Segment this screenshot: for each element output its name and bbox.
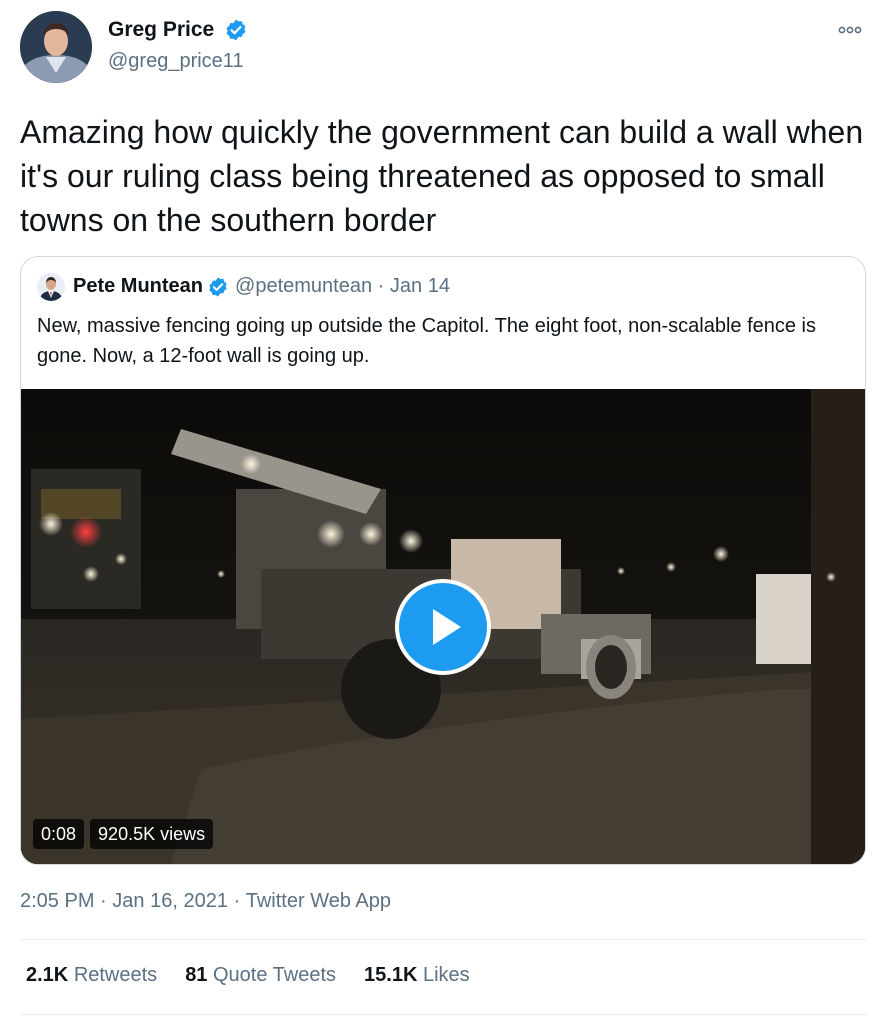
author-avatar[interactable] [20, 11, 92, 83]
video-player[interactable]: 0:08 920.5K views [21, 389, 865, 864]
likes-stat[interactable]: 15.1K Likes [364, 964, 470, 987]
play-button[interactable] [395, 579, 491, 675]
separator-dot: · [233, 890, 241, 913]
separator-dot: · [100, 890, 107, 913]
divider [20, 939, 866, 940]
retweets-stat[interactable]: 2.1K Retweets [26, 964, 157, 987]
quoted-text: New, massive fencing going up outside th… [37, 315, 816, 367]
tweet-source[interactable]: Twitter Web App [246, 890, 391, 912]
quoted-handle[interactable]: @petemuntean [235, 275, 372, 297]
author-handle[interactable]: @greg_price11 [108, 50, 244, 73]
verified-badge-icon [224, 18, 248, 42]
author-name[interactable]: Greg Price [108, 18, 214, 42]
quoted-header: Pete Muntean @petemuntean · Jan 14 [73, 275, 450, 298]
retweets-count: 2.1K [26, 964, 69, 986]
quoted-date[interactable]: Jan 14 [390, 275, 450, 297]
tweet-text: Amazing how quickly the government can b… [20, 114, 864, 238]
tweet-time[interactable]: 2:05 PM [20, 890, 94, 912]
video-duration: 0:08 [33, 819, 85, 849]
retweets-label: Retweets [73, 964, 158, 986]
tweet: Greg Price @greg_price11 Amazing how qui… [0, 0, 882, 1024]
quoted-author-avatar[interactable] [37, 273, 65, 301]
tweet-timestamp: 2:05 PM · Jan 16, 2021 · Twitter Web App [20, 890, 391, 913]
more-options-icon[interactable] [836, 20, 864, 40]
divider [20, 1014, 866, 1015]
likes-count: 15.1K [364, 964, 418, 986]
quote-tweets-count: 81 [185, 964, 208, 986]
author-info: Greg Price [108, 18, 248, 42]
video-badges: 0:08 920.5K views [33, 819, 214, 849]
verified-badge-icon [207, 276, 229, 298]
tweet-stats: 2.1K Retweets 81 Quote Tweets 15.1K Like… [26, 964, 470, 987]
tweet-date[interactable]: Jan 16, 2021 [112, 890, 228, 912]
quote-tweets-stat[interactable]: 81 Quote Tweets [185, 964, 336, 987]
video-views: 920.5K views [90, 819, 214, 849]
play-icon [433, 609, 461, 645]
quoted-author-name[interactable]: Pete Muntean [73, 275, 203, 297]
separator-dot: · [377, 275, 385, 298]
likes-label: Likes [422, 964, 470, 986]
quoted-tweet[interactable]: Pete Muntean @petemuntean · Jan 14 New, … [20, 256, 866, 865]
quote-tweets-label: Quote Tweets [213, 964, 337, 986]
